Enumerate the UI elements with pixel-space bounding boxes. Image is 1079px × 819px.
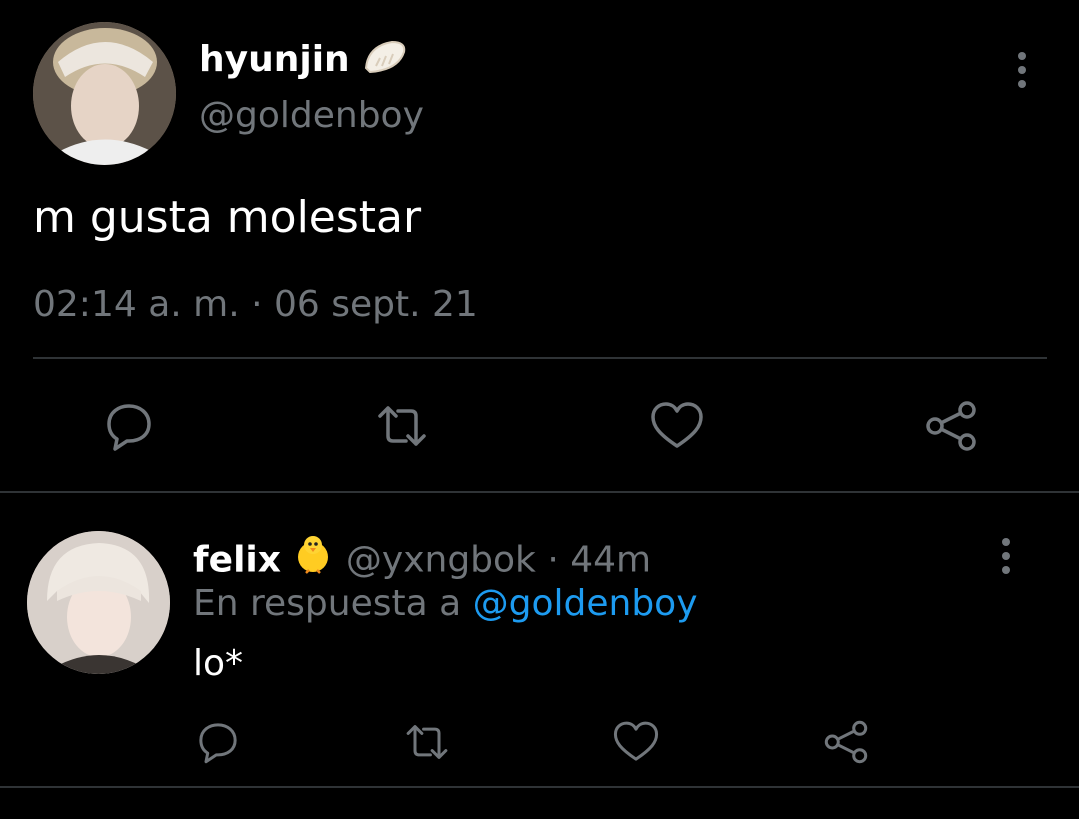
- tweet-text: m gusta molestar: [33, 192, 422, 243]
- share-icon: [926, 401, 976, 451]
- reply-icon: [199, 723, 237, 764]
- reply-author-handle[interactable]: @yxngbok: [346, 540, 536, 581]
- avatar-image: [33, 22, 176, 165]
- reply-time[interactable]: 44m: [570, 540, 651, 581]
- more-options-icon[interactable]: [992, 536, 1020, 576]
- divider: [0, 786, 1079, 788]
- like-icon: [651, 402, 703, 448]
- retweet-button[interactable]: [374, 398, 430, 454]
- reply-button[interactable]: [194, 718, 242, 766]
- reply-author-avatar[interactable]: [27, 531, 170, 674]
- share-button[interactable]: [923, 398, 979, 454]
- share-button[interactable]: [822, 718, 870, 766]
- reply-author-name[interactable]: felix: [193, 540, 281, 581]
- retweet-button[interactable]: [403, 718, 451, 766]
- author-handle[interactable]: @goldenboy: [199, 94, 424, 138]
- author-name-row[interactable]: hyunjin: [199, 36, 408, 86]
- share-icon: [824, 720, 868, 764]
- like-button[interactable]: [649, 398, 705, 454]
- author-avatar[interactable]: [33, 22, 176, 165]
- replying-to-handle[interactable]: @goldenboy: [473, 583, 698, 624]
- more-options-icon[interactable]: [1008, 50, 1036, 90]
- reply-button[interactable]: [101, 398, 157, 454]
- separator: ·: [535, 539, 571, 581]
- dumpling-emoji-icon: [362, 36, 408, 86]
- author-name: hyunjin: [199, 39, 350, 80]
- divider: [33, 357, 1047, 359]
- avatar-image: [27, 531, 170, 674]
- reply-text: lo*: [193, 643, 244, 684]
- retweet-icon: [378, 406, 426, 446]
- retweet-icon: [406, 725, 448, 759]
- like-icon: [613, 721, 659, 761]
- like-button[interactable]: [612, 718, 660, 766]
- reply-icon: [107, 404, 151, 451]
- tweet-timestamp[interactable]: 02:14 a. m. · 06 sept. 21: [33, 283, 478, 327]
- divider: [0, 491, 1079, 493]
- replying-to-label: En respuesta a: [193, 583, 473, 624]
- replying-to: En respuesta a @goldenboy: [193, 580, 698, 628]
